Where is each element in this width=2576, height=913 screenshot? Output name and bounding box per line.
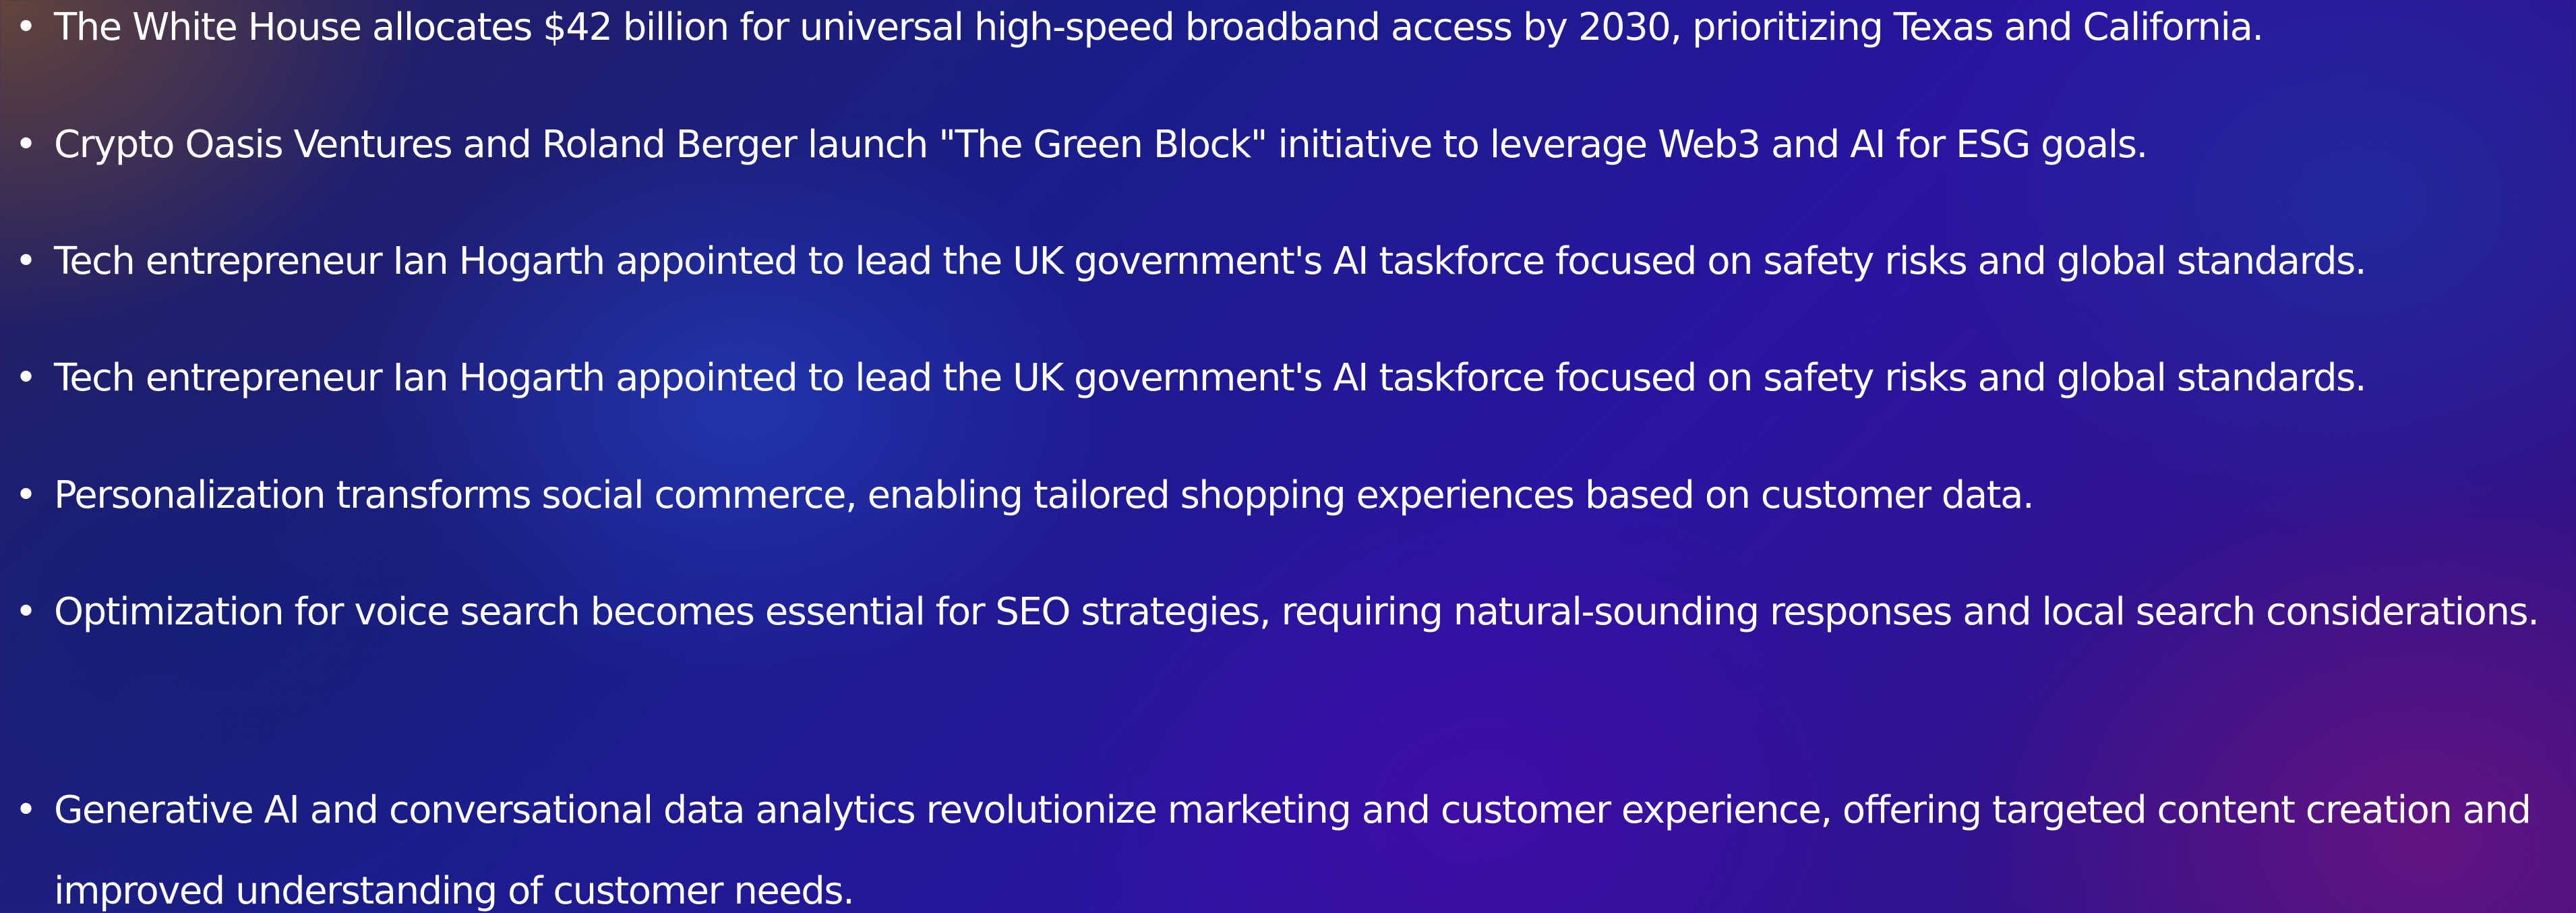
list-item-text: Optimization for voice search becomes es… — [54, 590, 2540, 634]
list-item: • Crypto Oasis Ventures and Roland Berge… — [15, 105, 2569, 185]
list-item-text: The White House allocates $42 billion fo… — [54, 5, 2264, 49]
list-item: • Personalization transforms social comm… — [15, 455, 2569, 536]
list-item: • Tech entrepreneur Ian Hogarth appointe… — [15, 338, 2569, 419]
list-item: • Generative AI and conversational data … — [15, 770, 2569, 913]
bullet-marker: • — [15, 473, 37, 517]
list-item-text: Crypto Oasis Ventures and Roland Berger … — [54, 123, 2148, 167]
list-item-text: Generative AI and conversational data an… — [54, 788, 2532, 913]
list-item: • Optimization for voice search becomes … — [15, 572, 2569, 653]
list-item-text: Tech entrepreneur Ian Hogarth appointed … — [54, 356, 2367, 400]
bullet-marker: • — [15, 356, 37, 400]
list-item-text: Personalization transforms social commer… — [54, 473, 2035, 517]
bullet-marker: • — [15, 5, 37, 49]
bullet-marker: • — [15, 590, 37, 634]
bullet-marker: • — [15, 788, 37, 832]
list-item: • The White House allocates $42 billion … — [15, 0, 2569, 68]
bullet-marker: • — [15, 123, 37, 167]
list-item-text: Tech entrepreneur Ian Hogarth appointed … — [54, 239, 2367, 283]
list-item: • Tech entrepreneur Ian Hogarth appointe… — [15, 221, 2569, 302]
bullet-marker: • — [15, 239, 37, 283]
